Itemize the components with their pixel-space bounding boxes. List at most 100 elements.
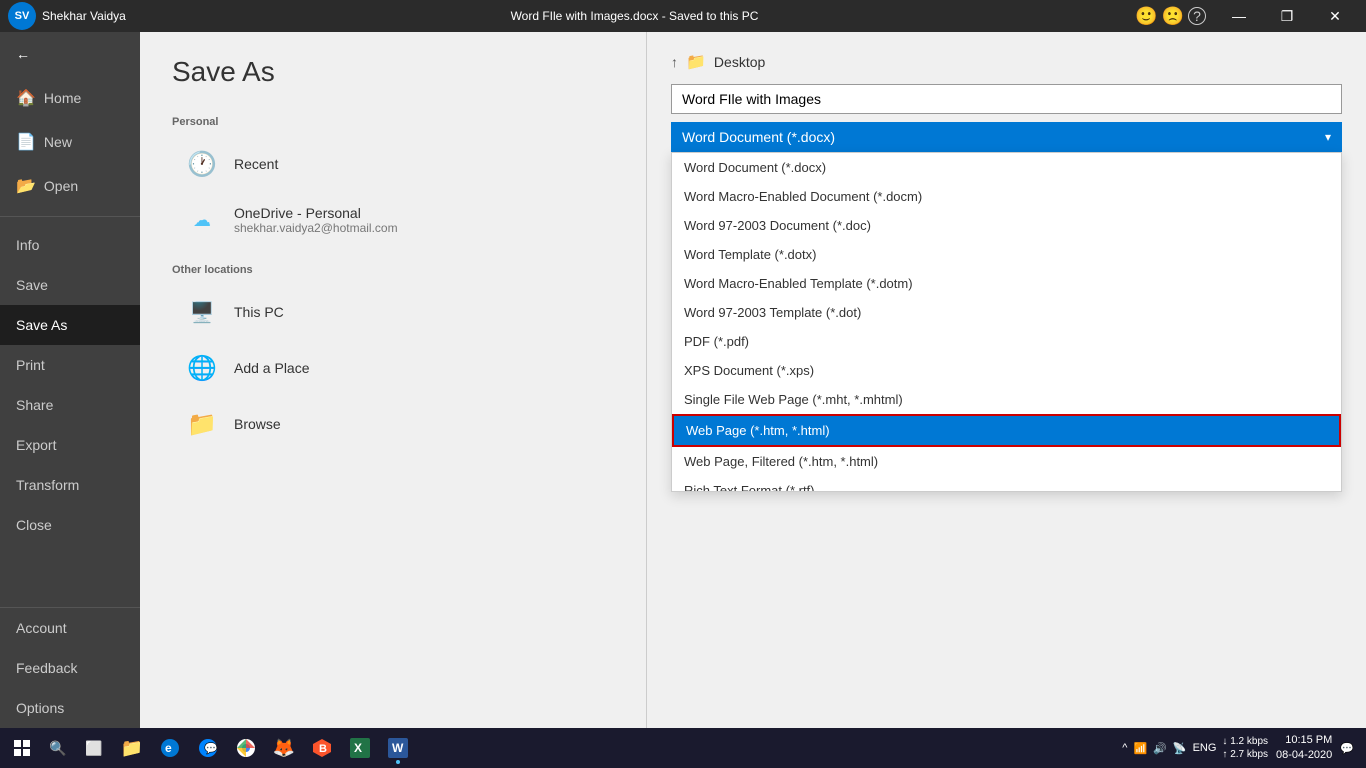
window-controls: 🙂 🙁 ? — ❐ ✕ [1135,0,1358,32]
addplace-name: Add a Place [234,360,310,376]
sidebar-item-saveas[interactable]: Save As [0,305,140,345]
personal-label: Personal [172,116,614,128]
selected-format-label: Word Document (*.docx) [682,129,1325,145]
format-dropdown-container: Word Document (*.docx) ▾ Word Document (… [671,122,1342,152]
path-text: Desktop [714,54,765,70]
home-icon: 🏠 [16,88,36,108]
sidebar-item-feedback[interactable]: Feedback [0,648,140,688]
sidebar-new-label: New [44,134,72,150]
maximize-button[interactable]: ❐ [1264,0,1310,32]
up-arrow[interactable]: ^ [1122,742,1127,754]
close-button[interactable]: ✕ [1312,0,1358,32]
addplace-icon: 🌐 [184,350,220,386]
clock: 10:15 PM 08-04-2020 [1276,733,1332,764]
dropdown-chevron: ▾ [1325,130,1331,144]
format-option-doc[interactable]: Word 97-2003 Document (*.doc) [672,211,1341,240]
format-options-list: Word Document (*.docx) Word Macro-Enable… [671,152,1342,492]
sidebar-item-share[interactable]: Share [0,385,140,425]
brave-icon[interactable]: B [304,730,340,766]
back-icon: ← [16,46,30,62]
onedrive-icon: ☁ [184,202,220,238]
wifi-icon: 📡 [1173,742,1187,755]
sidebar-item-home[interactable]: 🏠 Home [0,76,140,120]
page-title: Save As [172,56,614,88]
help-icon[interactable]: ? [1188,7,1206,25]
lang-label: ENG [1193,742,1217,754]
sidebar-print-label: Print [16,357,45,373]
options-label: Options [16,700,64,716]
sidebar-item-new[interactable]: 📄 New [0,120,140,164]
chrome-icon[interactable] [228,730,264,766]
sidebar: ← 🏠 Home 📄 New 📂 Open Info Save Save As … [0,32,140,728]
taskview-button[interactable]: ⬜ [76,730,112,766]
sidebar-open-label: Open [44,178,78,194]
svg-text:e: e [165,741,172,755]
format-option-docm[interactable]: Word Macro-Enabled Document (*.docm) [672,182,1341,211]
format-option-rtf[interactable]: Rich Text Format (*.rtf) [672,476,1341,492]
sidebar-item-open[interactable]: 📂 Open [0,164,140,208]
sidebar-transform-label: Transform [16,477,79,493]
messenger-icon[interactable]: 💬 [190,730,226,766]
thispc-icon: 🖥️ [184,294,220,330]
location-recent[interactable]: 🕐 Recent [172,136,614,192]
excel-icon[interactable]: X [342,730,378,766]
volume-icon: 🔊 [1153,742,1167,755]
sidebar-item-close[interactable]: Close [0,505,140,545]
browse-icon: 📁 [184,406,220,442]
window-title: Word FIle with Images.docx - Saved to th… [134,9,1135,23]
start-button[interactable] [4,730,40,766]
svg-text:X: X [354,741,362,755]
thispc-name: This PC [234,304,284,320]
sidebar-info-label: Info [16,237,39,253]
file-explorer-icon[interactable]: 📁 [114,730,150,766]
sidebar-item-print[interactable]: Print [0,345,140,385]
time: 10:15 PM [1276,733,1332,748]
back-button[interactable]: ← [0,32,140,76]
emoji-sad: 🙁 [1162,6,1184,27]
sidebar-item-info[interactable]: Info [0,225,140,265]
sidebar-item-export[interactable]: Export [0,425,140,465]
other-locations-label: Other locations [172,264,614,276]
sidebar-item-transform[interactable]: Transform [0,465,140,505]
path-up-arrow[interactable]: ↑ [671,54,678,70]
open-icon: 📂 [16,176,36,196]
format-option-mht[interactable]: Single File Web Page (*.mht, *.mhtml) [672,385,1341,414]
taskbar-right: ^ 📶 🔊 📡 ENG ↓ 1.2 kbps ↑ 2.7 kbps 10:15 … [1122,733,1362,764]
browse-name: Browse [234,416,281,432]
path-folder-icon: 📁 [686,52,706,72]
right-panel: ↑ 📁 Desktop Word Document (*.docx) ▾ Wor… [646,32,1366,728]
sidebar-export-label: Export [16,437,56,453]
firefox-icon[interactable]: 🦊 [266,730,302,766]
feedback-label: Feedback [16,660,77,676]
user-avatar: SV [8,2,36,30]
format-option-docx[interactable]: Word Document (*.docx) [672,153,1341,182]
new-icon: 📄 [16,132,36,152]
svg-text:B: B [319,743,327,755]
format-option-html[interactable]: Web Page (*.htm, *.html) [672,414,1341,447]
format-option-dotx[interactable]: Word Template (*.dotx) [672,240,1341,269]
notification-icon[interactable]: 💬 [1340,742,1354,755]
format-option-pdf[interactable]: PDF (*.pdf) [672,327,1341,356]
format-option-dot[interactable]: Word 97-2003 Template (*.dot) [672,298,1341,327]
app-body: ← 🏠 Home 📄 New 📂 Open Info Save Save As … [0,32,1366,728]
sidebar-item-options[interactable]: Options [0,688,140,728]
location-addplace[interactable]: 🌐 Add a Place [172,340,614,396]
network-icon: 📶 [1133,742,1147,755]
minimize-button[interactable]: — [1216,0,1262,32]
filename-input[interactable] [671,84,1342,114]
recent-icon: 🕐 [184,146,220,182]
location-thispc[interactable]: 🖥️ This PC [172,284,614,340]
sidebar-home-label: Home [44,90,81,106]
sidebar-item-account[interactable]: Account [0,608,140,648]
location-onedrive[interactable]: ☁ OneDrive - Personal shekhar.vaidya2@ho… [172,192,614,248]
search-button[interactable]: 🔍 [42,732,74,764]
format-select[interactable]: Word Document (*.docx) ▾ [671,122,1342,152]
sidebar-item-save[interactable]: Save [0,265,140,305]
path-bar: ↑ 📁 Desktop [671,52,1342,72]
edge-icon[interactable]: e [152,730,188,766]
format-option-htmf[interactable]: Web Page, Filtered (*.htm, *.html) [672,447,1341,476]
format-option-dotm[interactable]: Word Macro-Enabled Template (*.dotm) [672,269,1341,298]
sidebar-saveas-label: Save As [16,317,67,333]
location-browse[interactable]: 📁 Browse [172,396,614,452]
format-option-xps[interactable]: XPS Document (*.xps) [672,356,1341,385]
